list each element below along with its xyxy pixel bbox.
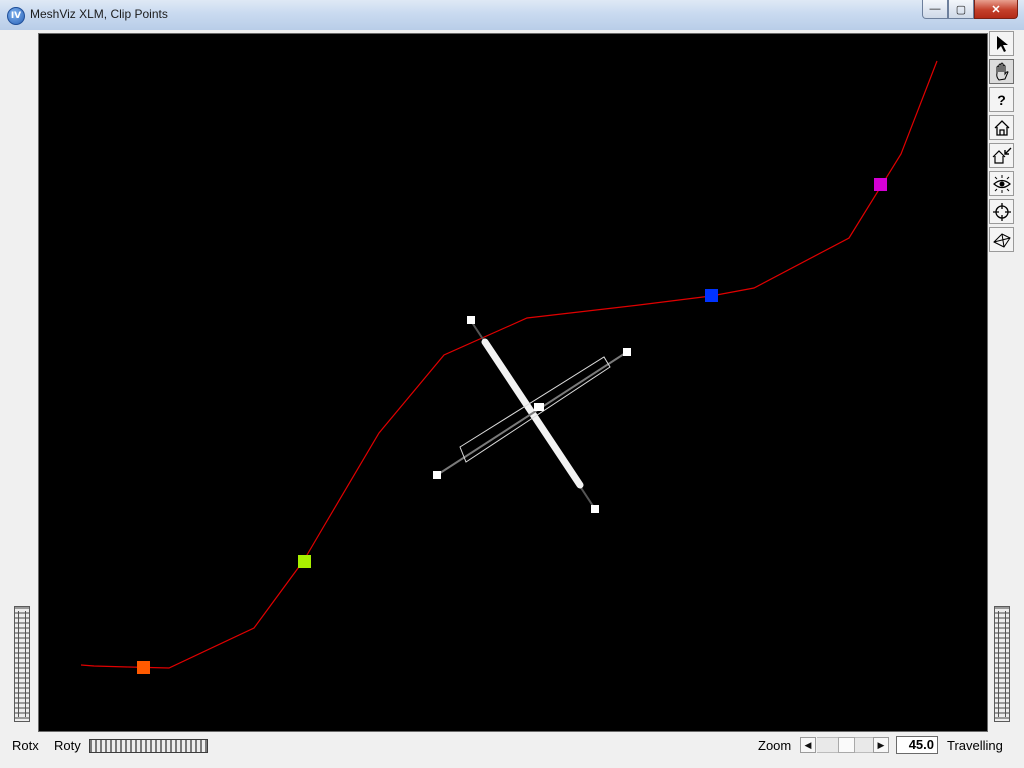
- rotx-label: Rotx: [12, 738, 39, 753]
- select-arrow-button[interactable]: [989, 31, 1014, 56]
- perspective-camera-icon: [992, 232, 1011, 248]
- dragger-center-handle[interactable]: [534, 403, 544, 411]
- viewer-toolbar: ?: [989, 31, 1016, 255]
- view-all-eye-icon: [992, 174, 1011, 193]
- clip-dragger[interactable]: [433, 316, 631, 513]
- red-curve: [80, 60, 938, 669]
- dragger-handle[interactable]: [591, 505, 599, 513]
- app-icon: IV: [7, 7, 25, 25]
- dragger-handle[interactable]: [467, 316, 475, 324]
- dolly-thumbwheel[interactable]: [994, 606, 1010, 722]
- hand-pan-button[interactable]: [989, 59, 1014, 84]
- select-arrow-icon: [996, 35, 1008, 52]
- roty-label: Roty: [54, 738, 81, 753]
- scene-canvas[interactable]: [39, 34, 987, 731]
- perspective-button[interactable]: [989, 227, 1014, 252]
- view-all-button[interactable]: [989, 171, 1014, 196]
- minimize-button[interactable]: —: [922, 0, 948, 19]
- green-marker: [298, 555, 311, 568]
- dragger-handle[interactable]: [433, 471, 441, 479]
- zoom-decrease-button[interactable]: ◀: [800, 737, 816, 753]
- set-home-icon: [992, 147, 1011, 164]
- orange-marker: [137, 661, 150, 674]
- seek-crosshair-icon: [992, 202, 1011, 221]
- home-button[interactable]: [989, 115, 1014, 140]
- zoom-value-field[interactable]: 45.0: [896, 736, 938, 754]
- maximize-button[interactable]: ▢: [948, 0, 974, 19]
- title-bar: IV MeshViz XLM, Clip Points — ▢ ✕: [0, 0, 1024, 31]
- home-icon: [994, 119, 1009, 136]
- close-button[interactable]: ✕: [974, 0, 1018, 19]
- set-home-button[interactable]: [989, 143, 1014, 168]
- render-viewport[interactable]: [38, 33, 988, 732]
- zoom-slider-thumb[interactable]: [838, 737, 855, 753]
- zoom-label: Zoom: [758, 738, 792, 753]
- seek-button[interactable]: [989, 199, 1014, 224]
- help-question-icon: ?: [997, 91, 1006, 108]
- blue-marker: [705, 289, 718, 302]
- travelling-mode-label: Travelling: [947, 738, 1003, 753]
- window-title: MeshViz XLM, Clip Points: [30, 7, 168, 21]
- hand-pan-icon: [995, 62, 1009, 81]
- help-button[interactable]: ?: [989, 87, 1014, 112]
- roty-thumbwheel[interactable]: [89, 739, 208, 753]
- zoom-increase-button[interactable]: ▶: [873, 737, 889, 753]
- magenta-marker: [874, 178, 887, 191]
- dragger-handle[interactable]: [623, 348, 631, 356]
- window-controls: — ▢ ✕: [922, 0, 1018, 20]
- rotx-thumbwheel[interactable]: [14, 606, 30, 722]
